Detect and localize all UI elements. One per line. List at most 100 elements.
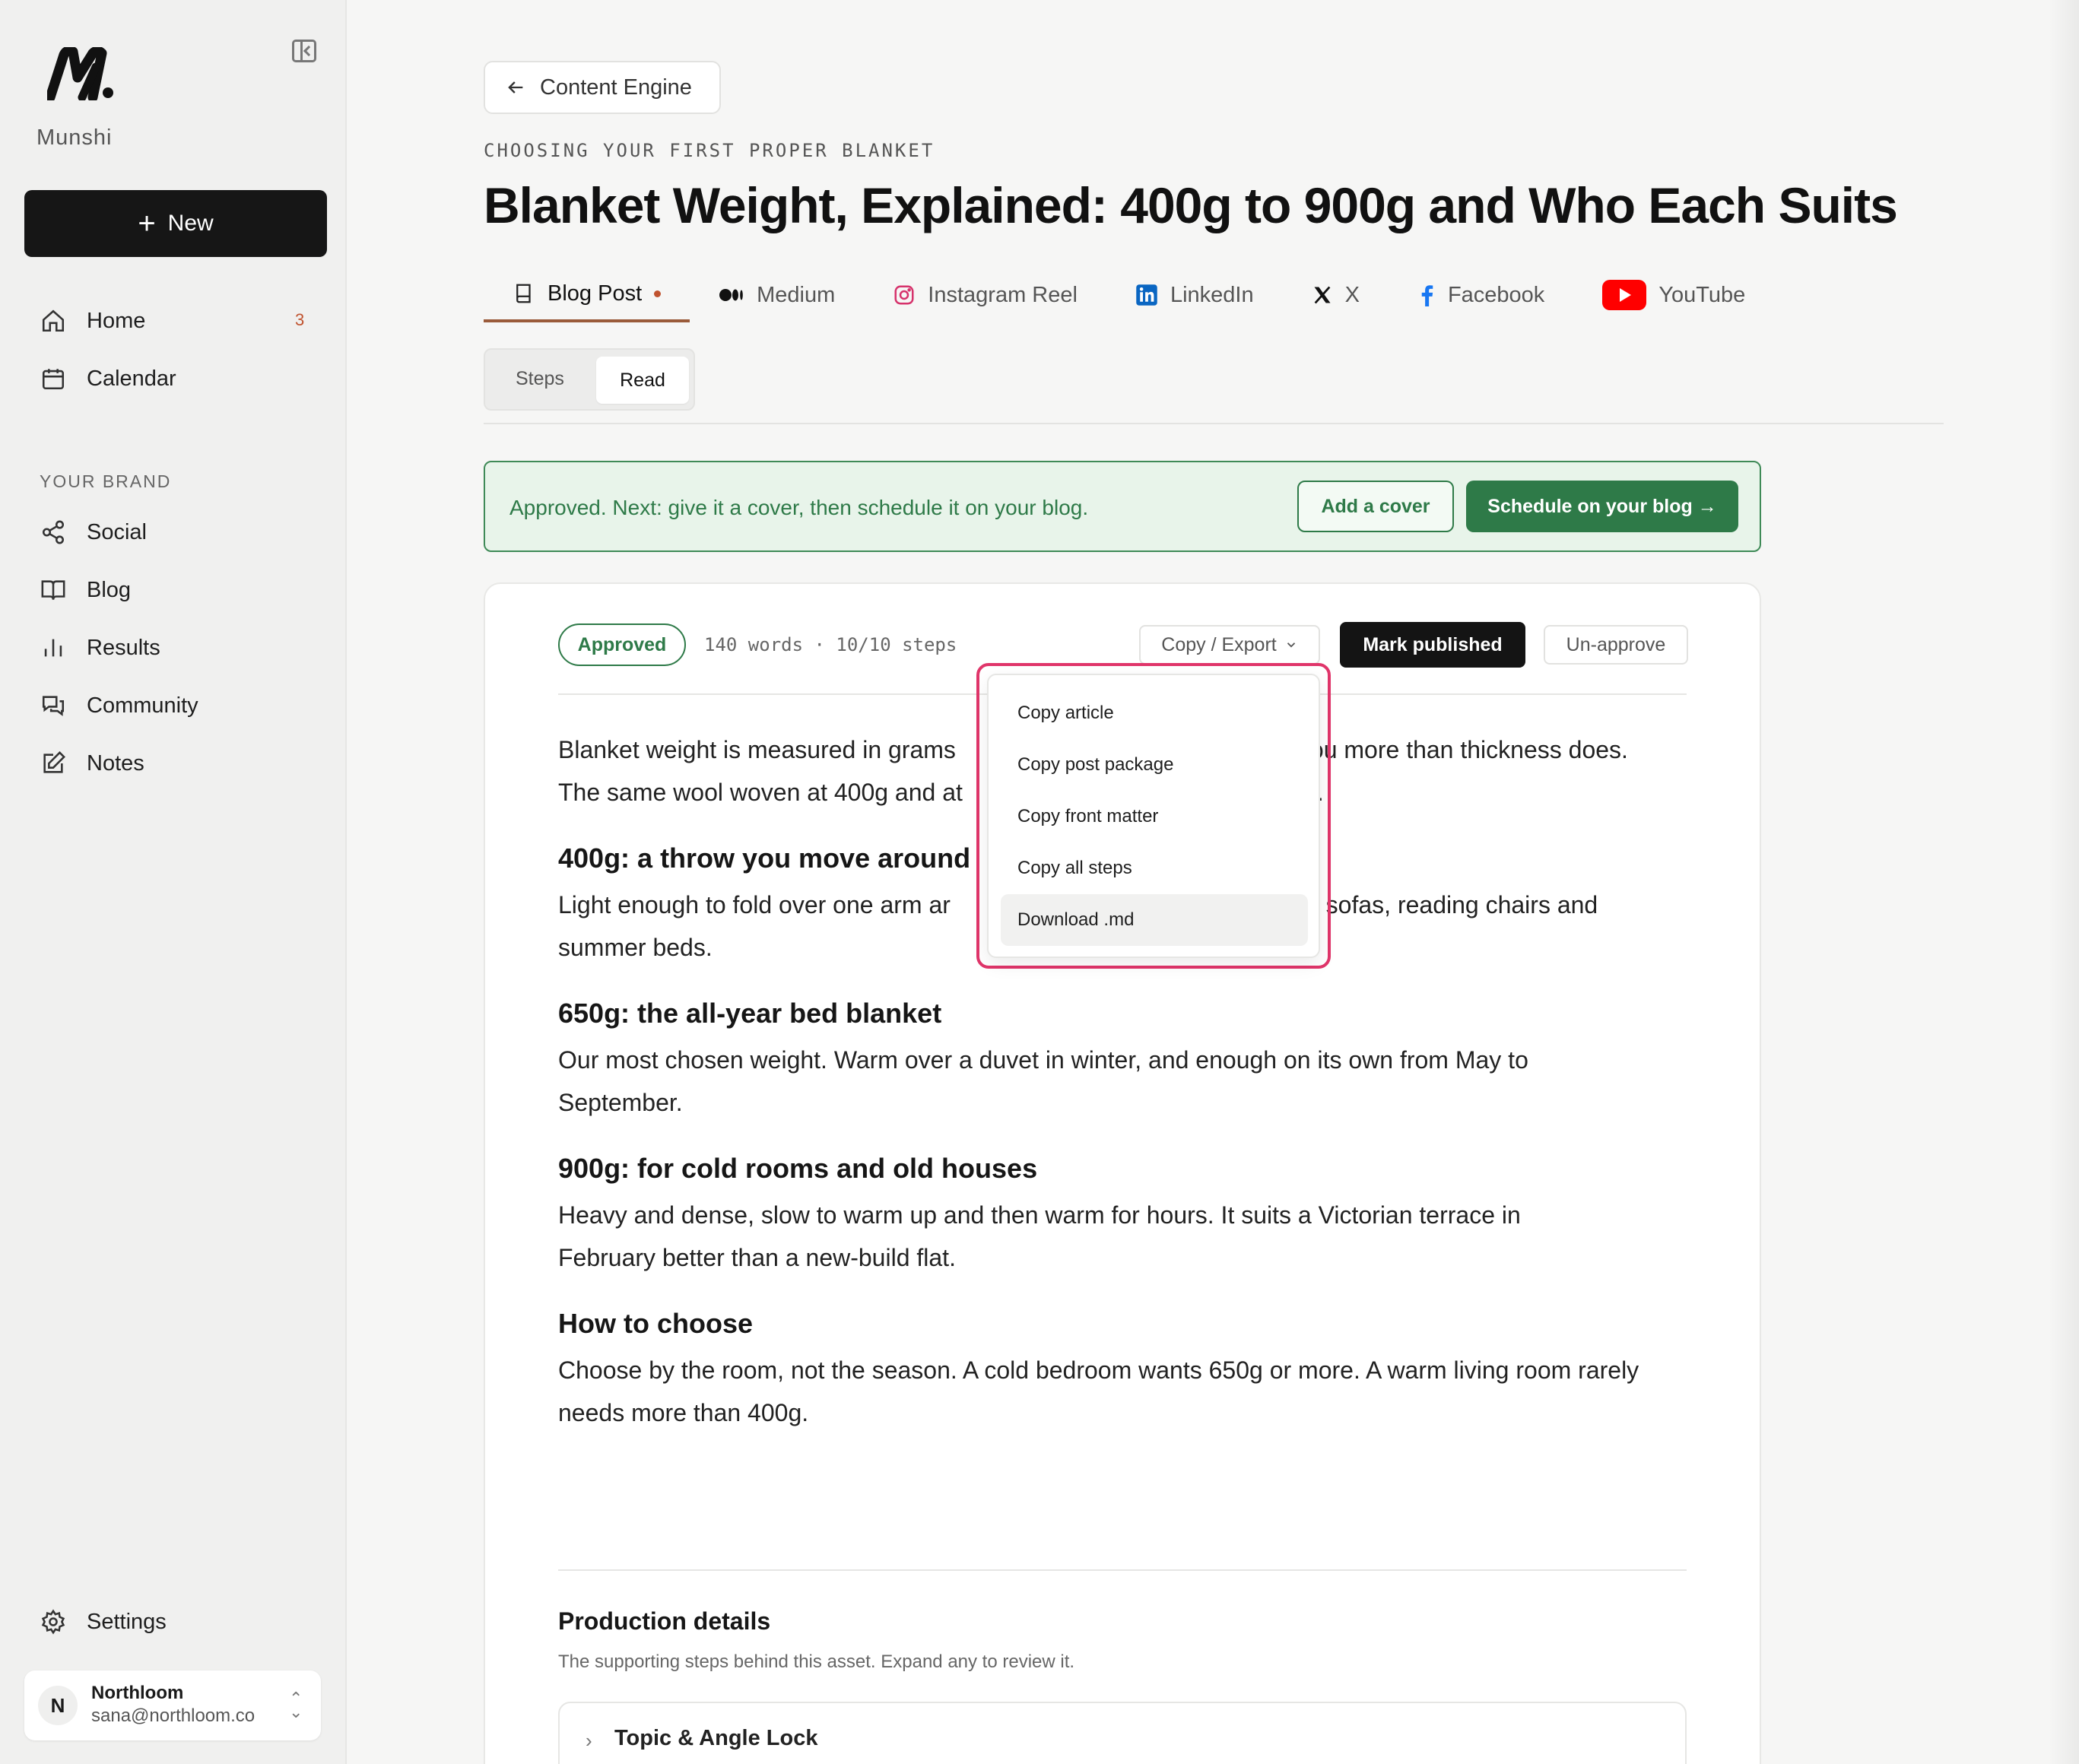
tab-instagram-reel[interactable]: Instagram Reel (864, 268, 1106, 322)
tab-label: X (1344, 282, 1360, 307)
account-switcher[interactable]: N Northloom sana@northloom.co ⌃ ⌄ (24, 1670, 321, 1740)
tab-label: Blog Post (548, 281, 643, 306)
production-title: Production details (558, 1607, 771, 1635)
tab-label: LinkedIn (1170, 282, 1254, 307)
unapprove-button[interactable]: Un-approve (1544, 625, 1688, 665)
nav-label-home: Home (87, 308, 146, 333)
toggle-read[interactable]: Read (596, 357, 689, 404)
copy-export-menu: Copy article Copy post package Copy fron… (987, 674, 1320, 958)
book-icon (516, 284, 531, 303)
nav-label-settings: Settings (87, 1609, 167, 1634)
article-meta: 140 words · 10/10 steps (704, 634, 957, 655)
collapse-sidebar-icon[interactable] (292, 40, 316, 62)
arrow-left-icon (508, 81, 523, 94)
nav-item-blog[interactable]: Blog (40, 576, 131, 604)
tab-label: YouTube (1658, 282, 1746, 307)
bar-chart-icon (40, 634, 67, 662)
brand-name: Munshi (37, 125, 113, 150)
nav-label-calendar: Calendar (87, 366, 176, 391)
nav-item-community[interactable]: Community (40, 692, 198, 719)
facebook-icon (1421, 285, 1433, 306)
home-icon (40, 307, 67, 335)
page-title: Blanket Weight, Explained: 400g to 900g … (484, 177, 1898, 233)
step-accordion-item[interactable]: › Topic & Angle Lock (558, 1702, 1687, 1764)
book-open-icon (40, 576, 67, 604)
tab-label: Facebook (1447, 282, 1545, 307)
mark-published-button[interactable]: Mark published (1340, 622, 1525, 668)
unsaved-dot (654, 290, 662, 297)
plus-icon: + (138, 207, 156, 240)
step-label: Topic & Angle Lock (614, 1726, 818, 1750)
view-toggle: Steps Read (484, 348, 695, 411)
tab-label: Instagram Reel (928, 282, 1078, 307)
calendar-icon (40, 365, 67, 392)
section-label-your-brand: YOUR BRAND (40, 471, 172, 491)
divider (558, 1569, 1687, 1571)
nav-item-notes[interactable]: Notes (40, 750, 144, 777)
avatar: N (38, 1686, 78, 1725)
youtube-icon (1602, 280, 1647, 310)
nav-label-results: Results (87, 635, 160, 660)
x-icon (1314, 286, 1331, 304)
chevron-down-icon (1287, 642, 1295, 648)
chevron-up-down-icon: ⌃ ⌄ (289, 1689, 303, 1721)
schedule-button[interactable]: Schedule on your blog → (1466, 481, 1738, 532)
article-heading: 650g: the all-year bed blanket (558, 998, 942, 1029)
menu-item-copy-article[interactable]: Copy article (1001, 687, 1308, 739)
nav-label-blog: Blog (87, 577, 132, 602)
article-heading: How to choose (558, 1308, 754, 1339)
instagram-icon (894, 285, 914, 305)
add-cover-button[interactable]: Add a cover (1297, 481, 1454, 532)
back-button[interactable]: Content Engine (484, 61, 721, 114)
article-paragraph: Our most chosen weight. Warm over a duve… (558, 1046, 1528, 1116)
edit-icon (40, 750, 67, 777)
status-badge: Approved (558, 623, 686, 666)
tab-x[interactable]: X (1283, 268, 1389, 322)
article-paragraph: Heavy and dense, slow to warm up and the… (558, 1201, 1521, 1271)
linkedin-icon (1136, 284, 1157, 306)
tab-facebook[interactable]: Facebook (1389, 268, 1573, 322)
munshi-logo[interactable] (47, 47, 116, 100)
nav-label-social: Social (87, 519, 147, 544)
user-email: sana@northloom.co (91, 1705, 256, 1726)
menu-item-copy-post-package[interactable]: Copy post package (1001, 739, 1308, 791)
medium-icon (719, 289, 743, 301)
back-button-label: Content Engine (540, 75, 692, 100)
gear-icon (40, 1608, 67, 1636)
page-eyebrow: CHOOSING YOUR FIRST PROPER BLANKET (484, 140, 935, 161)
copy-export-label: Copy / Export (1161, 633, 1277, 655)
menu-item-copy-all-steps[interactable]: Copy all steps (1001, 842, 1308, 894)
copy-export-button[interactable]: Copy / Export (1139, 625, 1320, 665)
chat-icon (40, 692, 67, 719)
toggle-steps[interactable]: Steps (516, 368, 564, 390)
menu-item-copy-front-matter[interactable]: Copy front matter (1001, 791, 1308, 842)
tab-label: Medium (757, 282, 836, 307)
scroll-shade (2049, 0, 2079, 1764)
sidebar: Munshi + New Home 3 Calendar YOUR BRAND … (0, 0, 347, 1764)
tab-linkedin[interactable]: LinkedIn (1106, 268, 1283, 322)
tab-youtube[interactable]: YouTube (1573, 268, 1774, 322)
nav-item-calendar[interactable]: Calendar (40, 365, 176, 392)
tab-medium[interactable]: Medium (690, 268, 864, 322)
share-icon (40, 519, 67, 546)
tab-blog-post[interactable]: Blog Post (484, 268, 690, 322)
nav-item-results[interactable]: Results (40, 634, 160, 662)
nav-item-home[interactable]: Home (40, 307, 145, 335)
channel-tabs: Blog Post Medium Instagram Reel LinkedIn… (484, 268, 1774, 324)
nav-label-community: Community (87, 693, 198, 718)
chevron-right-icon: › (586, 1729, 592, 1752)
article-paragraph: Choose by the room, not the season. A co… (558, 1356, 1639, 1426)
nav-item-settings[interactable]: Settings (40, 1608, 167, 1636)
menu-item-download-md[interactable]: Download .md (1001, 894, 1308, 946)
nav-item-social[interactable]: Social (40, 519, 147, 546)
new-button[interactable]: + New (24, 190, 327, 257)
home-badge: 3 (295, 310, 305, 329)
user-name: Northloom (91, 1683, 184, 1703)
article-heading: 900g: for cold rooms and old houses (558, 1153, 1038, 1184)
new-button-label: New (167, 211, 214, 236)
approval-notice: Approved. Next: give it a cover, then sc… (484, 461, 1761, 552)
divider (484, 423, 1944, 424)
nav-label-notes: Notes (87, 750, 144, 776)
production-subtitle: The supporting steps behind this asset. … (558, 1651, 1075, 1672)
notice-text: Approved. Next: give it a cover, then sc… (509, 496, 1089, 519)
